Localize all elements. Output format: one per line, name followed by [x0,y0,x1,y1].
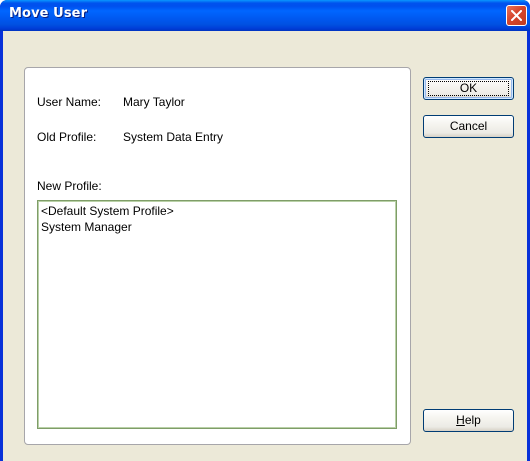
close-button[interactable] [506,5,527,26]
old-profile-value: System Data Entry [123,130,224,144]
help-label: elp [464,413,481,427]
dialog-body: User Name: Mary Taylor Old Profile: Syst… [3,31,527,461]
list-item-system-manager[interactable]: System Manager [41,220,132,234]
new-profile-listbox[interactable]: <Default System Profile> System Manager [37,200,397,429]
move-user-dialog: Move User User Name: Mary Taylor Old Pro… [0,0,530,461]
window-title: Move User [9,6,88,21]
ok-button[interactable]: OK [423,77,514,100]
new-profile-label: New Profile: [37,179,102,193]
title-bar[interactable]: Move User [0,0,530,31]
cancel-button[interactable]: Cancel [423,115,514,138]
close-icon [511,10,522,21]
help-button[interactable]: Help [423,409,514,432]
old-profile-label: Old Profile: [37,130,97,144]
user-name-label: User Name: [37,95,102,109]
user-name-value: Mary Taylor [123,95,185,109]
help-mnemonic: H [456,413,465,427]
list-item-default-system-profile[interactable]: <Default System Profile> [41,204,174,218]
